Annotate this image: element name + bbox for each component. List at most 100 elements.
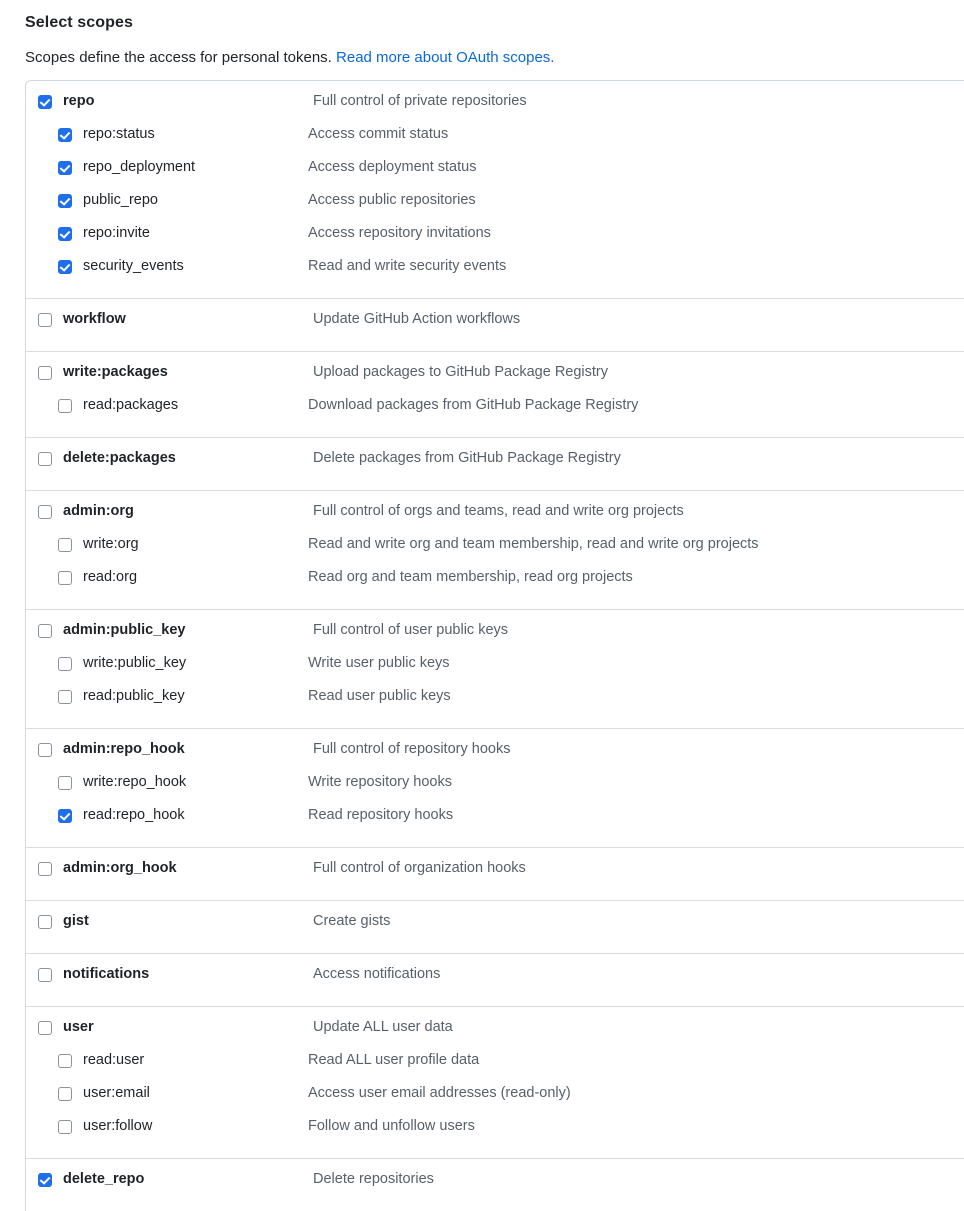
scope-checkbox-unchecked-icon[interactable] xyxy=(38,313,52,327)
scope-row[interactable]: user Update ALL user data xyxy=(26,1016,964,1049)
scope-label[interactable]: admin:org xyxy=(52,500,305,522)
scope-row[interactable]: admin:org_hook Full control of organizati… xyxy=(26,857,964,890)
scope-row[interactable]: public_repo Access public repositories xyxy=(26,189,964,222)
scope-label[interactable]: gist xyxy=(52,910,305,932)
scope-row[interactable]: delete_repo Delete repositories xyxy=(26,1168,964,1201)
scope-label[interactable]: repo:status xyxy=(72,123,305,145)
scope-row[interactable]: security_events Read and write security e… xyxy=(26,255,964,288)
scope-description: Access public repositories xyxy=(308,192,476,208)
scope-checkbox-checked-icon[interactable] xyxy=(58,194,72,208)
scope-row[interactable]: repo:status Access commit status xyxy=(26,123,964,156)
scope-row[interactable]: delete:packages Delete packages from GitH… xyxy=(26,447,964,480)
scope-description: Access notifications xyxy=(313,966,441,982)
scope-checkbox-cell xyxy=(26,1168,52,1191)
scope-checkbox-unchecked-icon[interactable] xyxy=(58,776,72,790)
scope-row[interactable]: gist Create gists xyxy=(26,910,964,943)
scope-checkbox-unchecked-icon[interactable] xyxy=(38,1021,52,1035)
scope-checkbox-checked-icon[interactable] xyxy=(58,161,72,175)
scope-label[interactable]: admin:org_hook xyxy=(52,857,305,879)
scope-group: write:packages Upload packages to GitHub … xyxy=(26,352,964,438)
scope-checkbox-unchecked-icon[interactable] xyxy=(58,657,72,671)
scope-row[interactable]: write:org Read and write org and team mem… xyxy=(26,533,964,566)
scope-label[interactable]: repo:invite xyxy=(72,222,305,244)
scope-label[interactable]: write:repo_hook xyxy=(72,771,305,793)
scope-row[interactable]: repo Full control of private repositories xyxy=(26,90,964,123)
scope-description: Access repository invitations xyxy=(308,225,491,241)
scope-group: gist Create gists xyxy=(26,901,964,954)
scope-checkbox-checked-icon[interactable] xyxy=(58,260,72,274)
scope-label[interactable]: notifications xyxy=(52,963,305,985)
scope-row[interactable]: read:public_key Read user public keys xyxy=(26,685,964,718)
scope-checkbox-unchecked-icon[interactable] xyxy=(58,690,72,704)
scope-label[interactable]: read:packages xyxy=(72,394,305,416)
scope-checkbox-checked-icon[interactable] xyxy=(38,95,52,109)
scope-checkbox-checked-icon[interactable] xyxy=(58,128,72,142)
scope-checkbox-unchecked-icon[interactable] xyxy=(38,862,52,876)
scope-label[interactable]: delete_repo xyxy=(52,1168,305,1190)
scope-checkbox-cell xyxy=(26,255,72,278)
scope-row[interactable]: repo_deployment Access deployment status xyxy=(26,156,964,189)
scope-checkbox-checked-icon[interactable] xyxy=(58,227,72,241)
scope-checkbox-unchecked-icon[interactable] xyxy=(38,743,52,757)
scope-row[interactable]: read:user Read ALL user profile data xyxy=(26,1049,964,1082)
scope-checkbox-unchecked-icon[interactable] xyxy=(38,366,52,380)
scope-label[interactable]: read:org xyxy=(72,566,305,588)
scope-label[interactable]: read:repo_hook xyxy=(72,804,305,826)
scope-label[interactable]: public_repo xyxy=(72,189,305,211)
scope-checkbox-cell xyxy=(26,189,72,212)
scope-checkbox-unchecked-icon[interactable] xyxy=(58,1087,72,1101)
scope-label[interactable]: user:follow xyxy=(72,1115,305,1137)
scope-label[interactable]: admin:repo_hook xyxy=(52,738,305,760)
scope-row[interactable]: admin:public_key Full control of user pub… xyxy=(26,619,964,652)
scope-row[interactable]: user:follow Follow and unfollow users xyxy=(26,1115,964,1148)
scope-label[interactable]: admin:public_key xyxy=(52,619,305,641)
scope-checkbox-unchecked-icon[interactable] xyxy=(58,1120,72,1134)
scope-label[interactable]: write:org xyxy=(72,533,305,555)
scope-row[interactable]: read:packages Download packages from GitH… xyxy=(26,394,964,427)
scope-label[interactable]: user xyxy=(52,1016,305,1038)
scope-checkbox-checked-icon[interactable] xyxy=(58,809,72,823)
scope-label[interactable]: repo_deployment xyxy=(72,156,305,178)
scope-label[interactable]: read:public_key xyxy=(72,685,305,707)
scopes-description: Scopes define the access for personal to… xyxy=(25,47,964,68)
scope-row[interactable]: write:packages Upload packages to GitHub … xyxy=(26,361,964,394)
scope-row[interactable]: repo:invite Access repository invitations xyxy=(26,222,964,255)
scope-checkbox-unchecked-icon[interactable] xyxy=(38,505,52,519)
scope-label[interactable]: security_events xyxy=(72,255,305,277)
scope-label[interactable]: read:user xyxy=(72,1049,305,1071)
scope-description: Read org and team membership, read org p… xyxy=(308,569,633,585)
scope-checkbox-unchecked-icon[interactable] xyxy=(38,624,52,638)
scope-description: Read ALL user profile data xyxy=(308,1052,480,1068)
scope-label[interactable]: workflow xyxy=(52,308,305,330)
scope-row[interactable]: read:org Read org and team membership, re… xyxy=(26,566,964,599)
scope-description: Follow and unfollow users xyxy=(308,1118,475,1134)
scope-label[interactable]: repo xyxy=(52,90,305,112)
scope-row[interactable]: workflow Update GitHub Action workflows xyxy=(26,308,964,341)
scope-row[interactable]: user:email Access user email addresses (r… xyxy=(26,1082,964,1115)
scope-checkbox-unchecked-icon[interactable] xyxy=(38,452,52,466)
scope-label[interactable]: write:packages xyxy=(52,361,305,383)
scope-checkbox-unchecked-icon[interactable] xyxy=(38,968,52,982)
scope-label[interactable]: write:public_key xyxy=(72,652,305,674)
scope-label[interactable]: delete:packages xyxy=(52,447,305,469)
scope-group: admin:org_hook Full control of organizati… xyxy=(26,848,964,901)
scope-row[interactable]: write:repo_hook Write repository hooks xyxy=(26,771,964,804)
scope-checkbox-unchecked-icon[interactable] xyxy=(38,915,52,929)
scope-checkbox-unchecked-icon[interactable] xyxy=(58,399,72,413)
scope-checkbox-cell xyxy=(26,533,72,556)
scope-row[interactable]: admin:org Full control of orgs and teams,… xyxy=(26,500,964,533)
scope-checkbox-unchecked-icon[interactable] xyxy=(58,571,72,585)
scope-checkbox-checked-icon[interactable] xyxy=(38,1173,52,1187)
scope-row[interactable]: notifications Access notifications xyxy=(26,963,964,996)
scope-checkbox-unchecked-icon[interactable] xyxy=(58,1054,72,1068)
page-title: Select scopes xyxy=(25,14,134,31)
scope-checkbox-cell xyxy=(26,652,72,675)
oauth-scopes-link[interactable]: Read more about OAuth scopes. xyxy=(336,49,554,66)
scope-label[interactable]: user:email xyxy=(72,1082,305,1104)
scope-description: Access deployment status xyxy=(308,159,477,175)
scope-row[interactable]: write:public_key Write user public keys xyxy=(26,652,964,685)
scope-description: Read user public keys xyxy=(308,688,451,704)
scope-row[interactable]: read:repo_hook Read repository hooks xyxy=(26,804,964,837)
scope-checkbox-unchecked-icon[interactable] xyxy=(58,538,72,552)
scope-row[interactable]: admin:repo_hook Full control of repositor… xyxy=(26,738,964,771)
